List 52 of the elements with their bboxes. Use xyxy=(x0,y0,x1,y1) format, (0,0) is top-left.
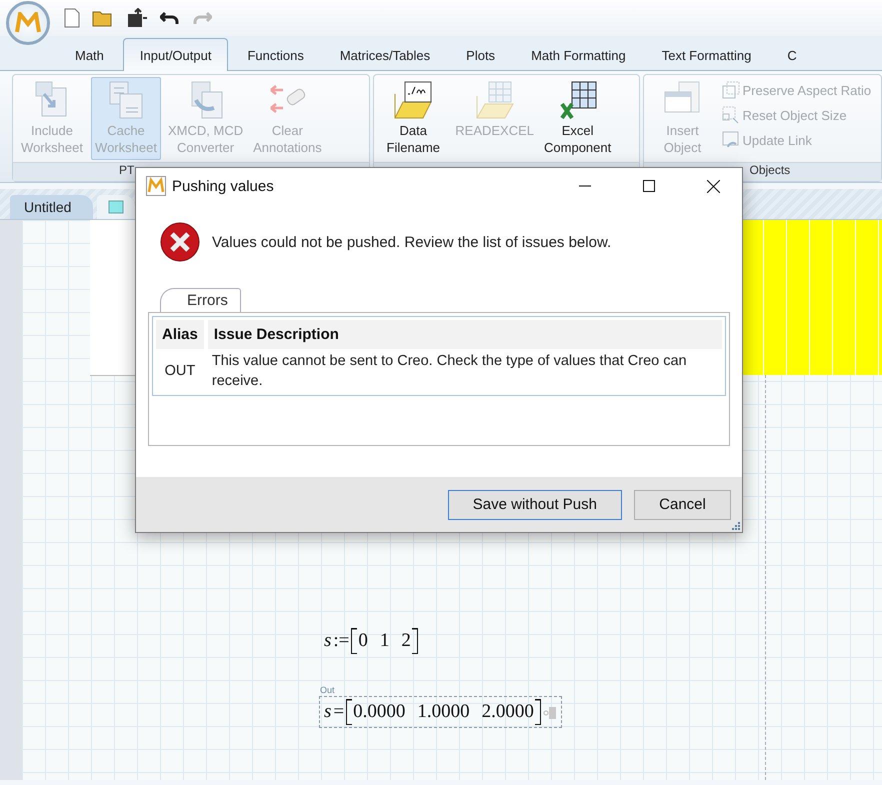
document-tab[interactable]: Untitled xyxy=(10,195,94,219)
app-icon xyxy=(146,176,166,196)
document-tab[interactable] xyxy=(97,195,136,219)
document-icon xyxy=(108,200,124,214)
ribbon-tab[interactable]: Math xyxy=(58,38,121,71)
dialog-button[interactable]: Save without Push xyxy=(448,490,622,520)
dialog-button[interactable]: Cancel xyxy=(634,490,731,520)
math-operator: := xyxy=(333,630,350,652)
dialog-tab[interactable]: Errors xyxy=(160,288,241,312)
ribbon-tab[interactable]: Matrices/Tables xyxy=(322,38,448,71)
open-folder-icon[interactable] xyxy=(92,9,114,27)
aspect-ratio-icon xyxy=(722,81,740,99)
table-cell-text: OUT xyxy=(164,362,196,381)
spreadsheet-grid-icon xyxy=(558,80,598,120)
matrix-value: 2.0000 xyxy=(482,701,534,723)
matrix-value: 2 xyxy=(401,630,411,652)
ribbon-tab[interactable]: Math Formatting xyxy=(514,38,643,71)
column-header: Issue Description xyxy=(208,320,722,349)
ribbon-tab[interactable]: Plots xyxy=(449,38,512,71)
resize-object-icon xyxy=(722,106,740,124)
close-icon xyxy=(706,180,720,192)
error-message: Values could not be pushed. Review the list of issues below. xyxy=(212,234,612,250)
column-header: Alias xyxy=(156,320,204,349)
region-tag: Out xyxy=(320,685,335,695)
matrix-value: 0 xyxy=(358,630,368,652)
maximize-icon xyxy=(643,180,655,192)
ribbon-button[interactable]: Excel Component xyxy=(541,77,614,160)
error-icon xyxy=(160,222,200,262)
variable-name: s xyxy=(324,630,332,652)
table-cell-text: This value cannot be sent to Creo. Check the type of values that Creo can receive. xyxy=(210,352,688,391)
folder-path-icon xyxy=(393,80,434,120)
undo-icon[interactable] xyxy=(160,10,180,26)
matrix-value: 0.0000 xyxy=(353,701,406,723)
matrix-value: 1.0000 xyxy=(417,701,470,723)
matrix-value: 1 xyxy=(380,630,390,652)
variable-name: s xyxy=(324,701,332,723)
folder-grid-icon xyxy=(474,80,515,120)
save-icon[interactable] xyxy=(126,8,148,28)
menu-item-label: Update Link xyxy=(742,132,812,148)
ribbon-tab[interactable]: C xyxy=(770,38,814,71)
ribbon-tab[interactable]: Functions xyxy=(230,38,321,71)
new-document-icon[interactable] xyxy=(64,8,80,28)
redo-icon[interactable] xyxy=(192,10,212,26)
link-refresh-icon xyxy=(722,131,740,149)
menu-item-label: Reset Object Size xyxy=(742,108,847,122)
math-operator: = xyxy=(333,701,344,723)
placeholder-icon xyxy=(542,704,557,720)
ribbon-button[interactable]: Data Filename xyxy=(378,77,448,160)
ribbon-tab[interactable]: Input/Output xyxy=(122,38,228,71)
menu-item-label: Preserve Aspect Ratio xyxy=(742,82,872,98)
resize-grip-icon[interactable] xyxy=(730,520,740,530)
ribbon-tab[interactable]: Text Formatting xyxy=(644,38,768,71)
